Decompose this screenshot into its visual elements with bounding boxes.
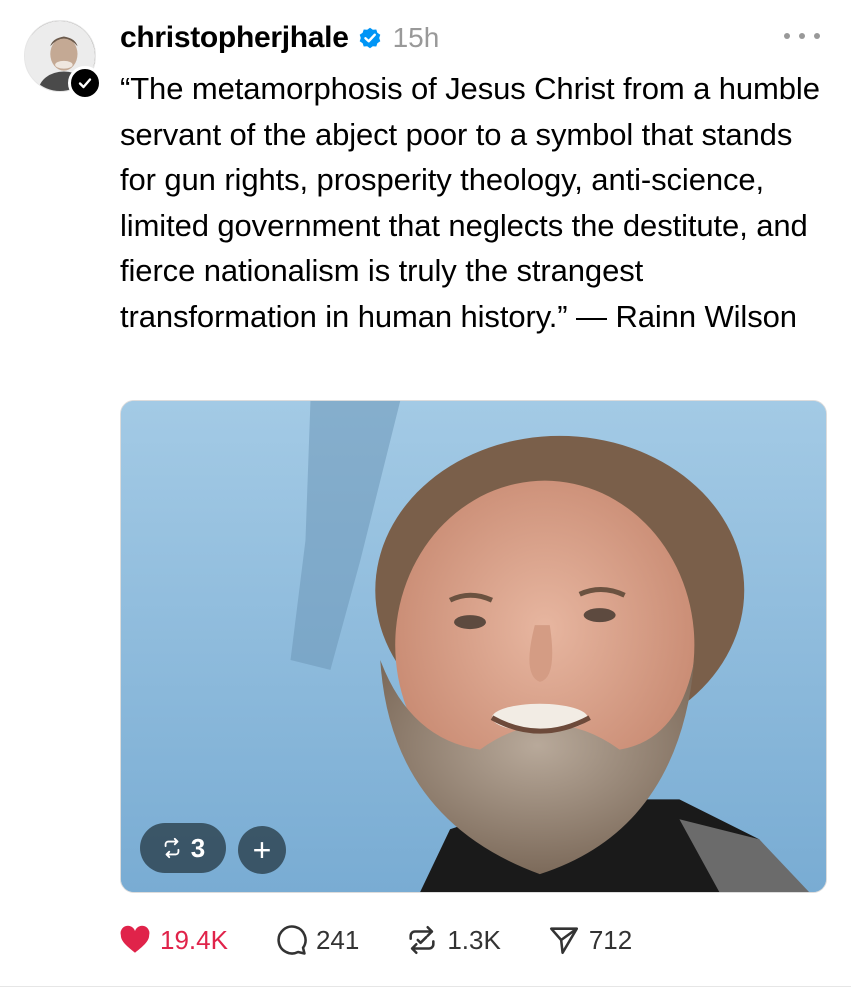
photo-repost-count: 3: [190, 832, 206, 863]
more-horizontal-icon[interactable]: [784, 26, 820, 46]
follow-check-badge-icon[interactable]: [68, 66, 102, 100]
repost-button[interactable]: 1.3K: [405, 923, 501, 957]
plus-icon[interactable]: +: [238, 826, 286, 874]
comment-bubble-icon: [277, 925, 307, 955]
photo-portrait-image: [121, 401, 826, 892]
repost-icon: [409, 925, 435, 955]
reply-button[interactable]: 241: [274, 923, 359, 957]
post-timestamp: 15h: [392, 22, 440, 53]
post-photo[interactable]: [120, 400, 827, 893]
heart-filled-icon: [120, 925, 150, 953]
like-button[interactable]: 19.4K: [118, 923, 228, 957]
like-count: 19.4K: [160, 924, 228, 955]
photo-repost-count-pill[interactable]: 3: [140, 823, 226, 873]
repost-count: 1.3K: [447, 924, 501, 955]
action-bar: 19.4K 241 1.3K 712: [118, 918, 632, 962]
thread-post: christopherjhale 15h “The metamorphosis …: [0, 0, 851, 1000]
post-text: “The metamorphosis of Jesus Christ from …: [120, 71, 820, 334]
verified-badge-icon: [359, 27, 380, 49]
share-button[interactable]: 712: [547, 923, 632, 957]
reply-count: 241: [315, 924, 360, 955]
username[interactable]: christopherjhale: [120, 21, 349, 55]
post-divider: [0, 986, 851, 987]
repost-small-icon: [164, 837, 180, 859]
post-header: christopherjhale 15h: [120, 16, 439, 60]
share-count: 712: [588, 924, 633, 955]
send-icon: [549, 927, 578, 955]
